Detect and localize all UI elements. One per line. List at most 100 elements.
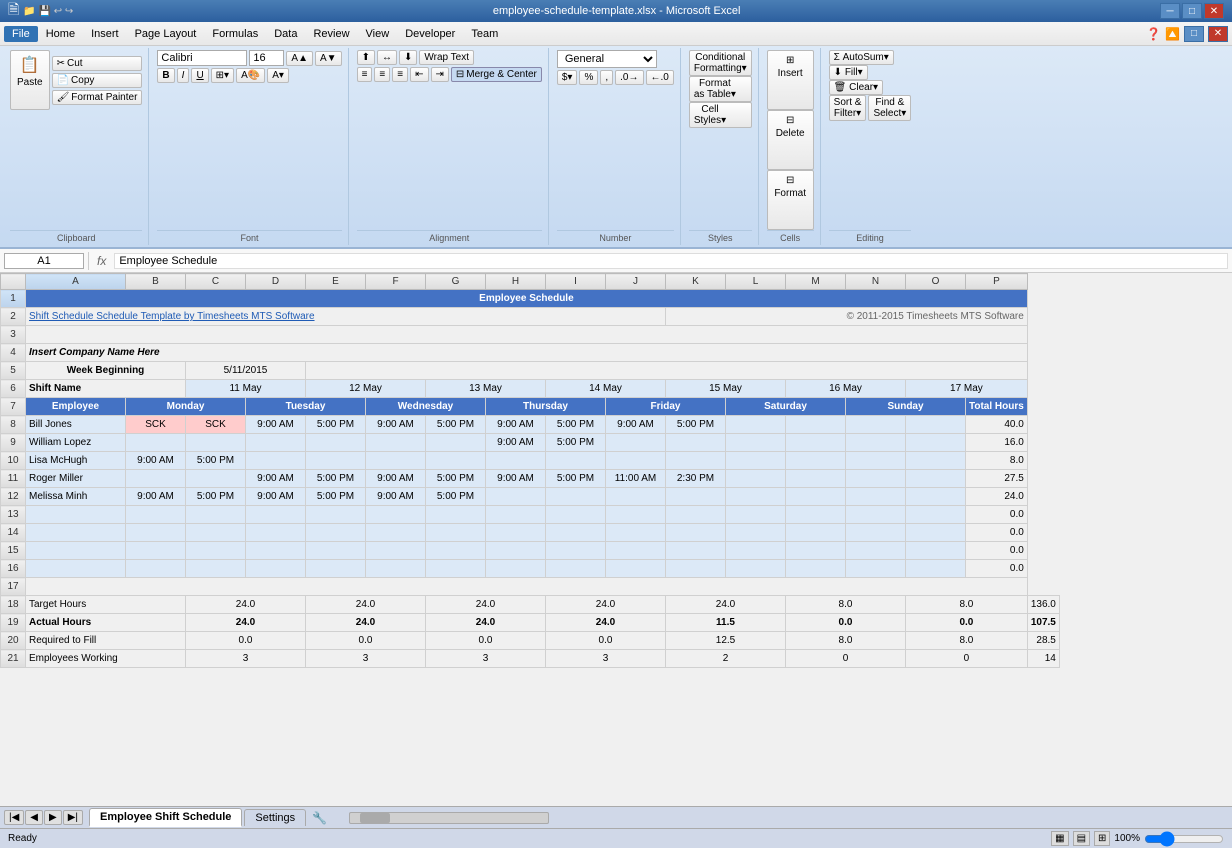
cell-E18[interactable]: 24.0 [306, 596, 426, 614]
conditional-formatting-button[interactable]: ConditionalFormatting▾ [689, 50, 752, 76]
app-close-button[interactable]: ✕ [1208, 26, 1228, 42]
cell-A12[interactable]: Melissa Minh [26, 488, 126, 506]
restore-button[interactable]: □ [1184, 26, 1204, 42]
cell-A10[interactable]: Lisa McHugh [26, 452, 126, 470]
cell-P7[interactable]: Total Hours [966, 398, 1028, 416]
cell-E12[interactable]: 5:00 PM [306, 488, 366, 506]
cell-O11[interactable] [906, 470, 966, 488]
cell-L7[interactable]: Saturday [726, 398, 846, 416]
font-color-button[interactable]: A▾ [267, 68, 289, 83]
col-header-N[interactable]: N [846, 274, 906, 290]
page-layout-view-button[interactable]: ▤ [1073, 831, 1090, 846]
decrease-font-button[interactable]: A▼ [315, 51, 342, 66]
clear-button[interactable]: 🗑 Clear▾ [829, 80, 883, 95]
cell-C18[interactable]: 24.0 [186, 596, 306, 614]
align-top-button[interactable]: ⬆ [357, 50, 375, 65]
tab-first-button[interactable]: |◀ [4, 810, 24, 825]
copy-button[interactable]: 📄 Copy [52, 73, 143, 88]
cell-F10[interactable] [366, 452, 426, 470]
sort-filter-button[interactable]: Sort &Filter▾ [829, 95, 867, 121]
menu-data[interactable]: Data [266, 26, 305, 42]
indent-dec-button[interactable]: ⇤ [410, 67, 428, 82]
delete-button[interactable]: ⊟ Delete [767, 110, 814, 170]
cell-O9[interactable] [906, 434, 966, 452]
cell-F12[interactable]: 9:00 AM [366, 488, 426, 506]
menu-review[interactable]: Review [305, 26, 357, 42]
cell-O21[interactable]: 0 [906, 650, 1028, 668]
cell-P11[interactable]: 27.5 [966, 470, 1028, 488]
cell-M11[interactable] [786, 470, 846, 488]
cell-E19[interactable]: 24.0 [306, 614, 426, 632]
cell-styles-button[interactable]: CellStyles▾ [689, 102, 752, 128]
cell-A4[interactable]: Insert Company Name Here [26, 344, 1028, 362]
cell-P19[interactable]: 107.5 [1027, 614, 1059, 632]
align-right-button[interactable]: ≡ [392, 67, 408, 82]
cell-A21[interactable]: Employees Working [26, 650, 186, 668]
cell-K6[interactable]: 15 May [666, 380, 786, 398]
autosum-button[interactable]: Σ AutoSum▾ [829, 50, 894, 65]
cell-D12[interactable]: 9:00 AM [246, 488, 306, 506]
zoom-slider[interactable] [1144, 831, 1224, 847]
cell-A9[interactable]: William Lopez [26, 434, 126, 452]
formula-input[interactable] [114, 253, 1228, 269]
align-center-button[interactable]: ≡ [374, 67, 390, 82]
indent-inc-button[interactable]: ⇥ [431, 67, 449, 82]
cell-P20[interactable]: 28.5 [1027, 632, 1059, 650]
insert-button[interactable]: ⊞ Insert [767, 50, 814, 110]
help-icon[interactable]: ❓ [1146, 27, 1161, 41]
cell-H11[interactable]: 9:00 AM [486, 470, 546, 488]
cell-K9[interactable] [666, 434, 726, 452]
cell-P10[interactable]: 8.0 [966, 452, 1028, 470]
normal-view-button[interactable]: ▦ [1051, 831, 1068, 846]
cell-G11[interactable]: 5:00 PM [426, 470, 486, 488]
insert-sheet-button[interactable]: 🔧 [312, 811, 327, 825]
cell-B10[interactable]: 9:00 AM [126, 452, 186, 470]
cell-I19[interactable]: 24.0 [546, 614, 666, 632]
fill-color-button[interactable]: A🎨 [236, 68, 265, 83]
cell-F9[interactable] [366, 434, 426, 452]
increase-font-button[interactable]: A▲ [286, 51, 313, 66]
cell-O10[interactable] [906, 452, 966, 470]
cell-C19[interactable]: 24.0 [186, 614, 306, 632]
tab-last-button[interactable]: ▶| [63, 810, 83, 825]
minimize-ribbon-icon[interactable]: 🔼 [1165, 27, 1180, 41]
cell-C8[interactable]: SCK [186, 416, 246, 434]
name-box[interactable] [4, 253, 84, 269]
cell-I10[interactable] [546, 452, 606, 470]
menu-developer[interactable]: Developer [397, 26, 463, 42]
align-left-button[interactable]: ≡ [357, 67, 373, 82]
cell-A5[interactable]: Week Beginning [26, 362, 186, 380]
cell-B11[interactable] [126, 470, 186, 488]
cell-E6[interactable]: 12 May [306, 380, 426, 398]
cell-A11[interactable]: Roger Miller [26, 470, 126, 488]
cell-A1[interactable]: Employee Schedule [26, 290, 1028, 308]
cell-N7[interactable]: Sunday [846, 398, 966, 416]
cell-J10[interactable] [606, 452, 666, 470]
percent-button[interactable]: % [579, 70, 598, 85]
cell-I20[interactable]: 0.0 [546, 632, 666, 650]
currency-button[interactable]: $▾ [557, 70, 578, 85]
cell-F11[interactable]: 9:00 AM [366, 470, 426, 488]
cell-A8[interactable]: Bill Jones [26, 416, 126, 434]
col-header-H[interactable]: H [486, 274, 546, 290]
italic-button[interactable]: I [177, 68, 190, 83]
cell-G19[interactable]: 24.0 [426, 614, 546, 632]
cell-E9[interactable] [306, 434, 366, 452]
cell-K11[interactable]: 2:30 PM [666, 470, 726, 488]
cell-D7[interactable]: Tuesday [246, 398, 366, 416]
wrap-text-button[interactable]: Wrap Text [419, 50, 474, 65]
cell-M19[interactable]: 0.0 [786, 614, 906, 632]
cell-G21[interactable]: 3 [426, 650, 546, 668]
cell-H12[interactable] [486, 488, 546, 506]
cell-A7[interactable]: Employee [26, 398, 126, 416]
horizontal-scrollbar[interactable] [349, 812, 549, 824]
cell-I18[interactable]: 24.0 [546, 596, 666, 614]
number-format-select[interactable]: General Number Currency Percentage [557, 50, 657, 68]
cell-O8[interactable] [906, 416, 966, 434]
font-name-input[interactable] [157, 50, 247, 66]
cell-M20[interactable]: 8.0 [786, 632, 906, 650]
cell-O6[interactable]: 17 May [906, 380, 1028, 398]
cell-C9[interactable] [186, 434, 246, 452]
cell-K21[interactable]: 2 [666, 650, 786, 668]
cell-C6[interactable]: 11 May [186, 380, 306, 398]
